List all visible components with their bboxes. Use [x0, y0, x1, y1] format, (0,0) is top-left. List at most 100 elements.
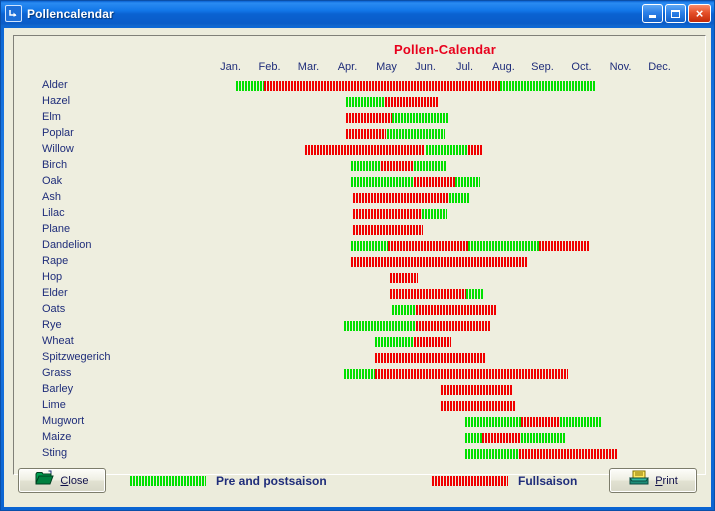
pollen-segment-full	[390, 273, 418, 283]
month-label-7: Jul.	[455, 61, 474, 73]
pollen-row-label-mugwort: Mugwort	[42, 415, 85, 427]
pollen-row: Birch	[14, 158, 705, 174]
pollen-segment-full	[263, 81, 500, 91]
close-button-text: lose	[68, 474, 89, 487]
pollen-row: Oats	[14, 302, 705, 318]
pollen-segment-full	[353, 193, 449, 203]
pollen-row-label-spitzwegerich: Spitzwegerich	[42, 351, 111, 363]
pollen-segment-full	[441, 401, 516, 411]
pollen-segment-full	[388, 241, 469, 251]
pollen-row-label-plane: Plane	[42, 223, 71, 235]
pollen-row-label-dandelion: Dandelion	[42, 239, 92, 251]
pollen-segment-full	[521, 417, 561, 427]
pollen-segment-pre	[351, 177, 414, 187]
legend-pre-postsaison: Pre and postsaison	[130, 474, 327, 488]
month-label-6: Jun.	[415, 61, 436, 73]
pollen-row-track	[211, 254, 679, 270]
pollen-segment-full	[353, 209, 422, 219]
pollen-row-label-wheat: Wheat	[42, 335, 74, 347]
pollen-segment-pre	[236, 81, 264, 91]
footer-bar: Close Pre and postsaison Fullsaison Prin…	[4, 453, 711, 507]
pollen-segment-pre	[413, 161, 447, 171]
pollen-row: Maize	[14, 430, 705, 446]
pollen-row: Rape	[14, 254, 705, 270]
pollen-row: Rye	[14, 318, 705, 334]
open-folder-icon	[35, 470, 55, 491]
month-label-12: Dec.	[648, 61, 671, 73]
pollen-row-label-alder: Alder	[42, 79, 68, 91]
pollen-row: Lime	[14, 398, 705, 414]
pollen-row: Elm	[14, 110, 705, 126]
title-bar[interactable]: Pollencalendar ×	[1, 1, 714, 26]
pollen-row-track	[211, 190, 679, 206]
pollen-segment-full	[413, 337, 451, 347]
pollen-row-track	[211, 382, 679, 398]
month-label-9: Sep.	[531, 61, 554, 73]
pollen-segment-full	[468, 145, 483, 155]
pollen-segment-pre	[345, 97, 385, 107]
pollen-segment-pre	[374, 337, 414, 347]
pollen-chart-panel: Pollen-Calendar Jan. Feb. Mar. Apr. May Jun. J…	[13, 35, 706, 475]
pollen-row: Hazel	[14, 94, 705, 110]
pollen-row-track	[211, 78, 679, 94]
pollen-row-track	[211, 222, 679, 238]
pollen-row-label-hazel: Hazel	[42, 95, 71, 107]
close-button-label: Close	[60, 474, 89, 487]
pollen-row: Elder	[14, 286, 705, 302]
pollen-segment-full	[415, 305, 496, 315]
pollen-row: Mugwort	[14, 414, 705, 430]
pollen-segment-pre	[466, 289, 484, 299]
close-button[interactable]: ×	[688, 4, 711, 23]
window-controls: ×	[642, 4, 711, 23]
pollen-segment-pre	[351, 161, 381, 171]
pollen-segment-full	[304, 145, 426, 155]
legend-pre-label: Pre and postsaison	[216, 474, 327, 488]
window-title: Pollencalendar	[27, 6, 114, 21]
month-label-4: Apr.	[337, 61, 358, 73]
pollen-row-track	[211, 350, 679, 366]
pollen-segment-full	[538, 241, 590, 251]
pollen-row-track	[211, 318, 679, 334]
month-label-10: Oct.	[571, 61, 592, 73]
pollen-segment-full	[390, 289, 467, 299]
pollen-segment-full	[353, 225, 424, 235]
maximize-button[interactable]	[665, 4, 686, 23]
pollen-row: Hop	[14, 270, 705, 286]
pollen-row-label-elder: Elder	[42, 287, 68, 299]
pollen-row-label-birch: Birch	[42, 159, 68, 171]
pollen-segment-pre	[425, 145, 469, 155]
pollen-row-track	[211, 398, 679, 414]
pollen-segment-full	[345, 113, 393, 123]
pollen-segment-full	[482, 433, 522, 443]
pollen-row-track	[211, 110, 679, 126]
pollen-segment-pre	[392, 305, 416, 315]
close-button-wrap: Close	[18, 468, 106, 493]
month-label-2: Feb.	[258, 61, 281, 73]
pollen-row: Lilac	[14, 206, 705, 222]
pollen-row-track	[211, 126, 679, 142]
pollen-row-label-poplar: Poplar	[42, 127, 74, 139]
legend-fullsaison: Fullsaison	[432, 474, 577, 488]
chart-title: Pollen-Calendar	[394, 42, 496, 57]
pollen-segment-pre	[421, 209, 447, 219]
pollen-segment-full	[415, 321, 490, 331]
pollen-row-label-willow: Willow	[42, 143, 74, 155]
print-button[interactable]: Print	[609, 468, 697, 493]
pollen-row-track	[211, 94, 679, 110]
minimize-button[interactable]	[642, 4, 663, 23]
month-label-8: Aug.	[492, 61, 515, 73]
month-label-11: Nov.	[609, 61, 632, 73]
pollen-segment-pre	[343, 321, 416, 331]
pollen-segment-pre	[521, 433, 566, 443]
maximize-icon	[671, 9, 680, 18]
pollen-row-label-oats: Oats	[42, 303, 66, 315]
print-button-text: rint	[662, 474, 678, 487]
pollen-row: Wheat	[14, 334, 705, 350]
legend-full-label: Fullsaison	[518, 474, 578, 488]
pollen-row-label-rye: Rye	[42, 319, 62, 331]
print-button-wrap: Print	[609, 468, 697, 493]
month-label-3: Mar.	[297, 61, 320, 73]
close-dialog-button[interactable]: Close	[18, 468, 106, 493]
pollen-row-label-rape: Rape	[42, 255, 69, 267]
pollen-row-track	[211, 302, 679, 318]
